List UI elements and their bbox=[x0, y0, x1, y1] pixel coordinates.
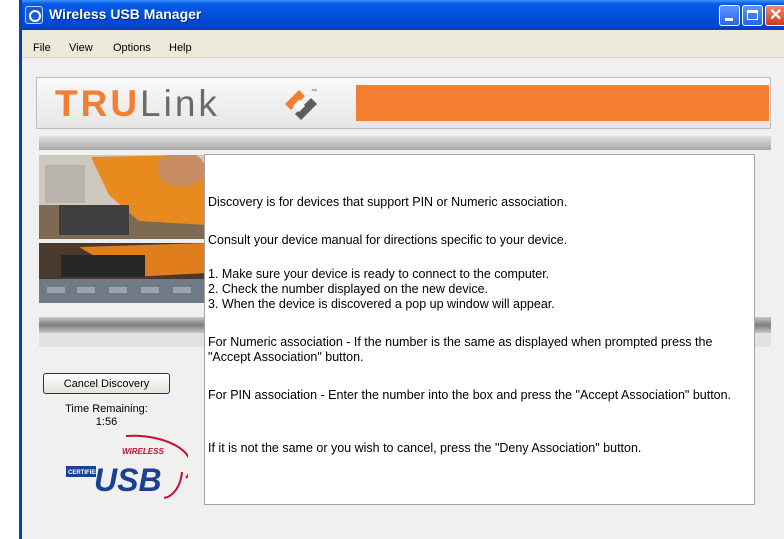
window-title: Wireless USB Manager bbox=[49, 6, 202, 22]
menu-help[interactable]: Help bbox=[169, 42, 192, 54]
minimize-icon bbox=[725, 18, 733, 21]
svg-text:™: ™ bbox=[311, 88, 317, 95]
header-accent-bar bbox=[356, 85, 769, 121]
client-area: TRULink ™ Cancel Discovery Time Remainin… bbox=[22, 58, 784, 539]
app-icon[interactable] bbox=[25, 6, 43, 24]
close-icon: ✕ bbox=[769, 7, 783, 24]
certified-wireless-usb-logo: WIRELESS CERTIFIED USB bbox=[66, 434, 188, 499]
manual-note-text: Consult your device manual for direction… bbox=[208, 233, 568, 247]
cancel-discovery-button[interactable]: Cancel Discovery bbox=[43, 373, 170, 394]
trulink-logo: TRULink bbox=[55, 83, 220, 124]
menu-bar: File View Options Help bbox=[22, 30, 784, 58]
step-2-text: 2. Check the number displayed on the new… bbox=[208, 282, 489, 296]
top-divider-stripe bbox=[39, 136, 771, 150]
people-laptops-photo bbox=[39, 155, 207, 303]
menu-options[interactable]: Options bbox=[113, 42, 151, 54]
close-button[interactable]: ✕ bbox=[765, 5, 784, 26]
numeric-association-text: For Numeric association - If the number … bbox=[208, 335, 713, 364]
minimize-button[interactable] bbox=[719, 5, 740, 26]
maximize-icon bbox=[747, 10, 758, 20]
instructions-panel: Discovery is for devices that support PI… bbox=[204, 154, 755, 505]
trulink-logo-mark-icon: ™ bbox=[285, 88, 317, 120]
time-remaining-label: Time Remaining: bbox=[65, 403, 148, 415]
step-1-text: 1. Make sure your device is ready to con… bbox=[208, 267, 550, 281]
menu-view[interactable]: View bbox=[69, 42, 93, 54]
brand-header: TRULink ™ bbox=[36, 77, 771, 129]
intro-text: Discovery is for devices that support PI… bbox=[208, 195, 568, 209]
pin-association-text: For PIN association - Enter the number i… bbox=[208, 388, 732, 402]
svg-text:USB: USB bbox=[94, 462, 162, 498]
svg-text:WIRELESS: WIRELESS bbox=[122, 447, 164, 456]
maximize-button[interactable] bbox=[742, 5, 763, 26]
deny-association-text: If it is not the same or you wish to can… bbox=[208, 441, 642, 455]
app-window: Wireless USB Manager ✕ File View Options… bbox=[19, 0, 784, 539]
title-bar[interactable]: Wireless USB Manager ✕ bbox=[22, 0, 784, 30]
menu-file[interactable]: File bbox=[33, 42, 51, 54]
step-3-text: 3. When the device is discovered a pop u… bbox=[208, 297, 555, 311]
time-remaining-value: 1:56 bbox=[95, 416, 118, 428]
